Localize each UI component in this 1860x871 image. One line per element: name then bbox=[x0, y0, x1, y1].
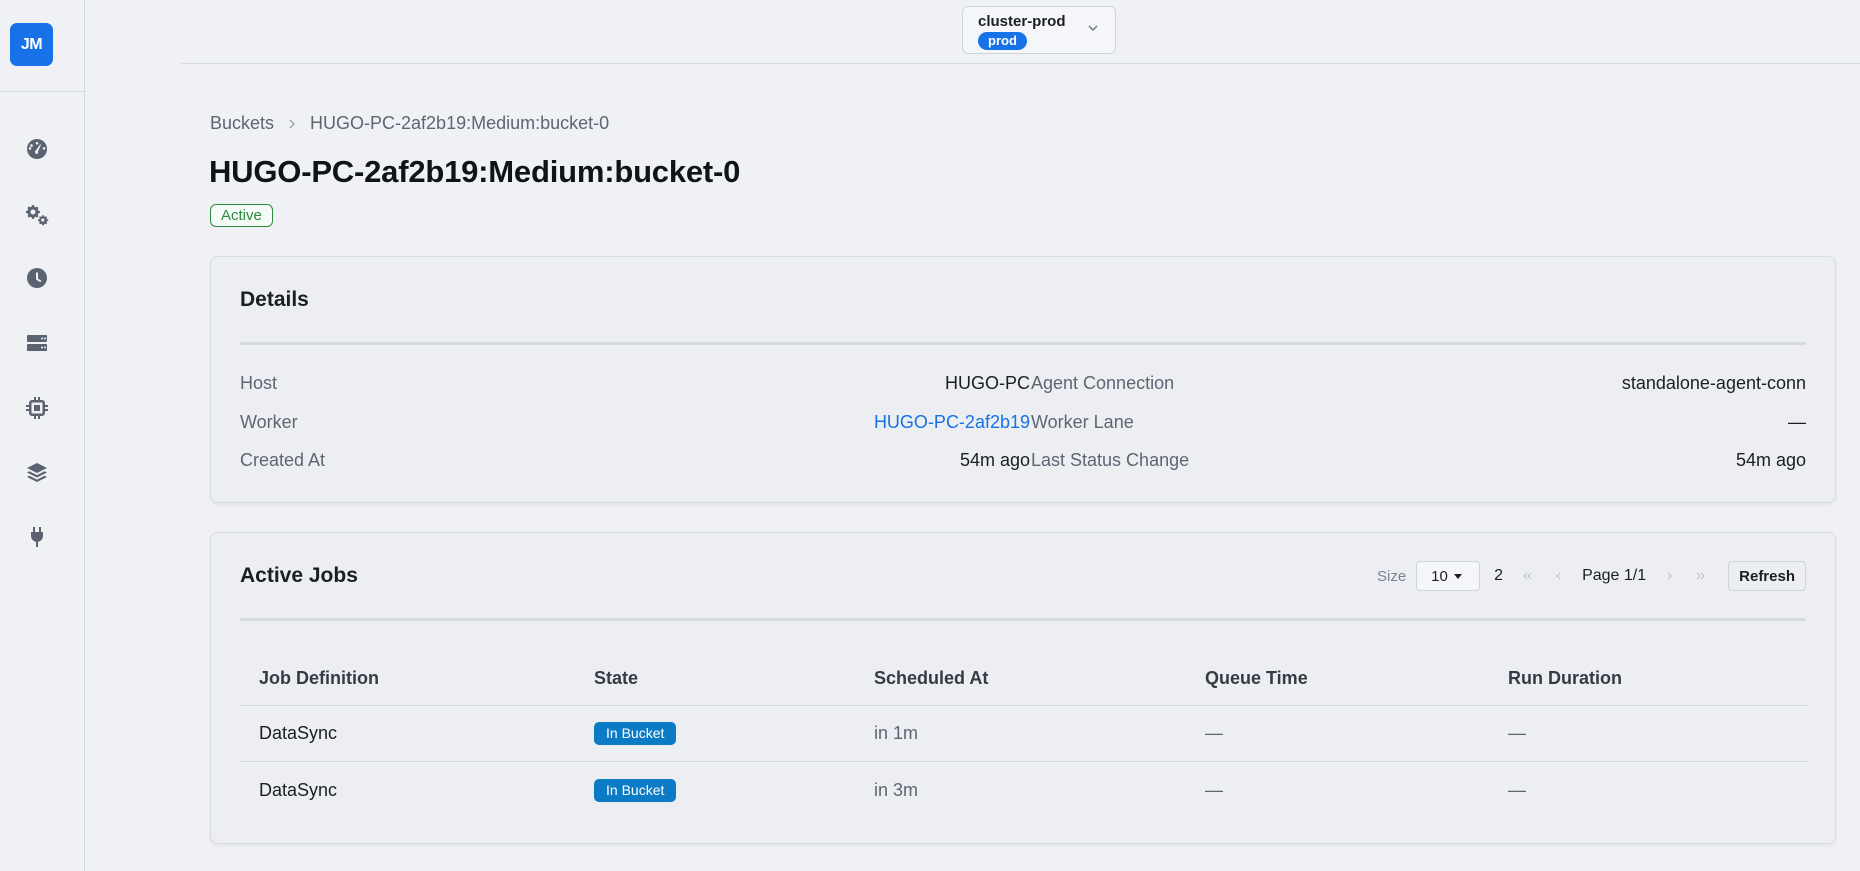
column-header-run-duration[interactable]: Run Duration bbox=[1508, 651, 1622, 705]
dashboard-icon[interactable] bbox=[22, 134, 52, 164]
state-badge: In Bucket bbox=[594, 722, 677, 745]
clock-icon[interactable] bbox=[22, 263, 52, 293]
total-count: 2 bbox=[1494, 567, 1504, 584]
first-page-icon[interactable] bbox=[1520, 569, 1534, 583]
server-icon[interactable] bbox=[22, 328, 52, 358]
queue-time-cell: — bbox=[1205, 779, 1223, 800]
pagination: Size 10 2 Page 1/1 Refresh bbox=[1377, 561, 1806, 591]
breadcrumb: Buckets HUGO-PC-2af2b19:Medium:bucket-0 bbox=[210, 113, 609, 134]
page-info: Page 1/1 bbox=[1582, 567, 1647, 584]
chip-icon[interactable] bbox=[22, 393, 52, 423]
page-title: HUGO-PC-2af2b19:Medium:bucket-0 bbox=[209, 154, 741, 189]
active-jobs-title: Active Jobs bbox=[240, 564, 358, 587]
scheduled-at-cell: in 3m bbox=[874, 779, 919, 800]
gears-icon[interactable] bbox=[22, 199, 52, 229]
details-title: Details bbox=[240, 288, 309, 311]
cluster-selector[interactable]: cluster-prod prod bbox=[962, 6, 1116, 54]
worker-label: Worker bbox=[240, 412, 298, 432]
queue-time-cell: — bbox=[1205, 723, 1223, 743]
column-header-state[interactable]: State bbox=[594, 651, 638, 705]
jobs-table: Job Definition State Scheduled At Queue … bbox=[240, 651, 1808, 818]
table-header: Job Definition State Scheduled At Queue … bbox=[240, 651, 1808, 706]
layers-icon[interactable] bbox=[22, 458, 52, 488]
sidebar: JM bbox=[0, 0, 85, 871]
app-logo[interactable]: JM bbox=[10, 23, 53, 66]
details-card: Details Host HUGO-PC Worker HUGO-PC-2af2… bbox=[210, 256, 1836, 503]
details-divider bbox=[240, 342, 1806, 345]
job-definition-cell[interactable]: DataSync bbox=[259, 762, 337, 818]
run-duration-cell: — bbox=[1508, 779, 1526, 800]
created-at-label: Created At bbox=[240, 450, 326, 470]
created-at-value: 54m ago bbox=[959, 450, 1030, 470]
table-row[interactable]: DataSync In Bucket in 1m — — bbox=[240, 706, 1808, 762]
chevron-down-icon bbox=[1086, 21, 1100, 35]
job-definition-cell[interactable]: DataSync bbox=[259, 706, 337, 761]
column-header-queue-time[interactable]: Queue Time bbox=[1205, 651, 1308, 705]
page-size-select[interactable]: 10 bbox=[1416, 561, 1481, 591]
active-jobs-card: Active Jobs Size 10 2 Page 1/1 Refresh J… bbox=[210, 532, 1836, 844]
topbar: cluster-prod prod bbox=[181, 0, 1860, 64]
page-size-label: Size bbox=[1376, 567, 1407, 585]
last-status-change-label: Last Status Change bbox=[1031, 450, 1190, 470]
column-header-scheduled-at[interactable]: Scheduled At bbox=[874, 651, 988, 705]
breadcrumb-buckets-link[interactable]: Buckets bbox=[210, 113, 274, 134]
column-header-job-definition[interactable]: Job Definition bbox=[259, 651, 379, 705]
page-size-value: 10 bbox=[1431, 567, 1448, 585]
status-badge: Active bbox=[210, 204, 273, 227]
worker-lane-value: — bbox=[1788, 412, 1806, 432]
worker-link[interactable]: HUGO-PC-2af2b19 bbox=[874, 412, 1030, 433]
agent-connection-value: standalone-agent-conn bbox=[1621, 373, 1806, 393]
agent-connection-label: Agent Connection bbox=[1031, 373, 1175, 393]
breadcrumb-current: HUGO-PC-2af2b19:Medium:bucket-0 bbox=[310, 113, 610, 133]
host-label: Host bbox=[240, 373, 278, 393]
plug-icon[interactable] bbox=[22, 522, 52, 552]
prev-page-icon[interactable] bbox=[1551, 569, 1565, 583]
table-row[interactable]: DataSync In Bucket in 3m — — bbox=[240, 762, 1808, 818]
refresh-button[interactable]: Refresh bbox=[1728, 561, 1806, 591]
state-cell: In Bucket bbox=[594, 762, 677, 818]
last-status-change-value: 54m ago bbox=[1735, 450, 1806, 470]
jobs-divider bbox=[240, 618, 1806, 621]
state-badge: In Bucket bbox=[594, 778, 677, 802]
worker-lane-label: Worker Lane bbox=[1031, 412, 1134, 432]
chevron-right-icon bbox=[286, 118, 298, 130]
state-cell: In Bucket bbox=[594, 706, 677, 761]
next-page-icon[interactable] bbox=[1663, 569, 1677, 583]
cluster-env-badge: prod bbox=[978, 32, 1027, 50]
cluster-name: cluster-prod bbox=[978, 13, 1066, 30]
sidebar-divider bbox=[0, 91, 85, 92]
caret-down-icon bbox=[1453, 571, 1463, 581]
scheduled-at-cell: in 1m bbox=[874, 723, 919, 743]
run-duration-cell: — bbox=[1508, 723, 1526, 743]
last-page-icon[interactable] bbox=[1694, 569, 1708, 583]
host-value: HUGO-PC bbox=[945, 373, 1030, 393]
